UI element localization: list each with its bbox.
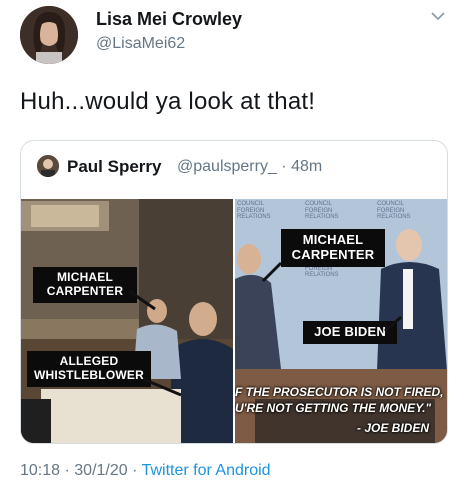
biden-quote-line-1: F THE PROSECUTOR IS NOT FIRED,	[235, 385, 444, 399]
tweet-source-link[interactable]: Twitter for Android	[142, 462, 271, 479]
chevron-down-icon[interactable]	[430, 8, 446, 24]
author-avatar[interactable]	[20, 6, 78, 64]
author-name[interactable]: Lisa Mei Crowley	[96, 9, 242, 30]
quoted-author-handle-and-age: @paulsperry_ · 48m	[177, 158, 322, 176]
biden-quote-line-2: U'RE NOT GETTING THE MONEY."	[235, 401, 432, 415]
quoted-author-name: Paul Sperry	[67, 157, 162, 176]
quoted-image-right[interactable]: COUNCIL FOREIGN RELATIONS COUNCIL FOREIG…	[235, 199, 447, 443]
tweet-date[interactable]: 30/1/20	[74, 462, 127, 479]
pointer-lines-left	[128, 289, 182, 397]
meta-separator-2: ·	[132, 462, 138, 479]
quoted-author-avatar	[37, 155, 59, 177]
biden-quote-attribution: - JOE BIDEN	[357, 421, 430, 435]
quoted-tweet-age: · 48m	[281, 158, 323, 175]
meta-separator-1: ·	[64, 462, 70, 479]
quoted-tweet-card[interactable]: Paul Sperry @paulsperry_ · 48m MICHAEL C…	[20, 140, 448, 444]
quoted-author-handle: @paulsperry_	[177, 158, 277, 175]
tweet-meta: 10:18 · 30/1/20 · Twitter for Android	[20, 462, 271, 480]
author-handle[interactable]: @LisaMei62	[96, 35, 185, 53]
tweet-time[interactable]: 10:18	[20, 462, 60, 479]
tweet-text: Huh...would ya look at that!	[20, 88, 316, 115]
quoted-image-left[interactable]: MICHAEL CARPENTER ALLEGED WHISTLEBLOWER	[21, 199, 233, 443]
